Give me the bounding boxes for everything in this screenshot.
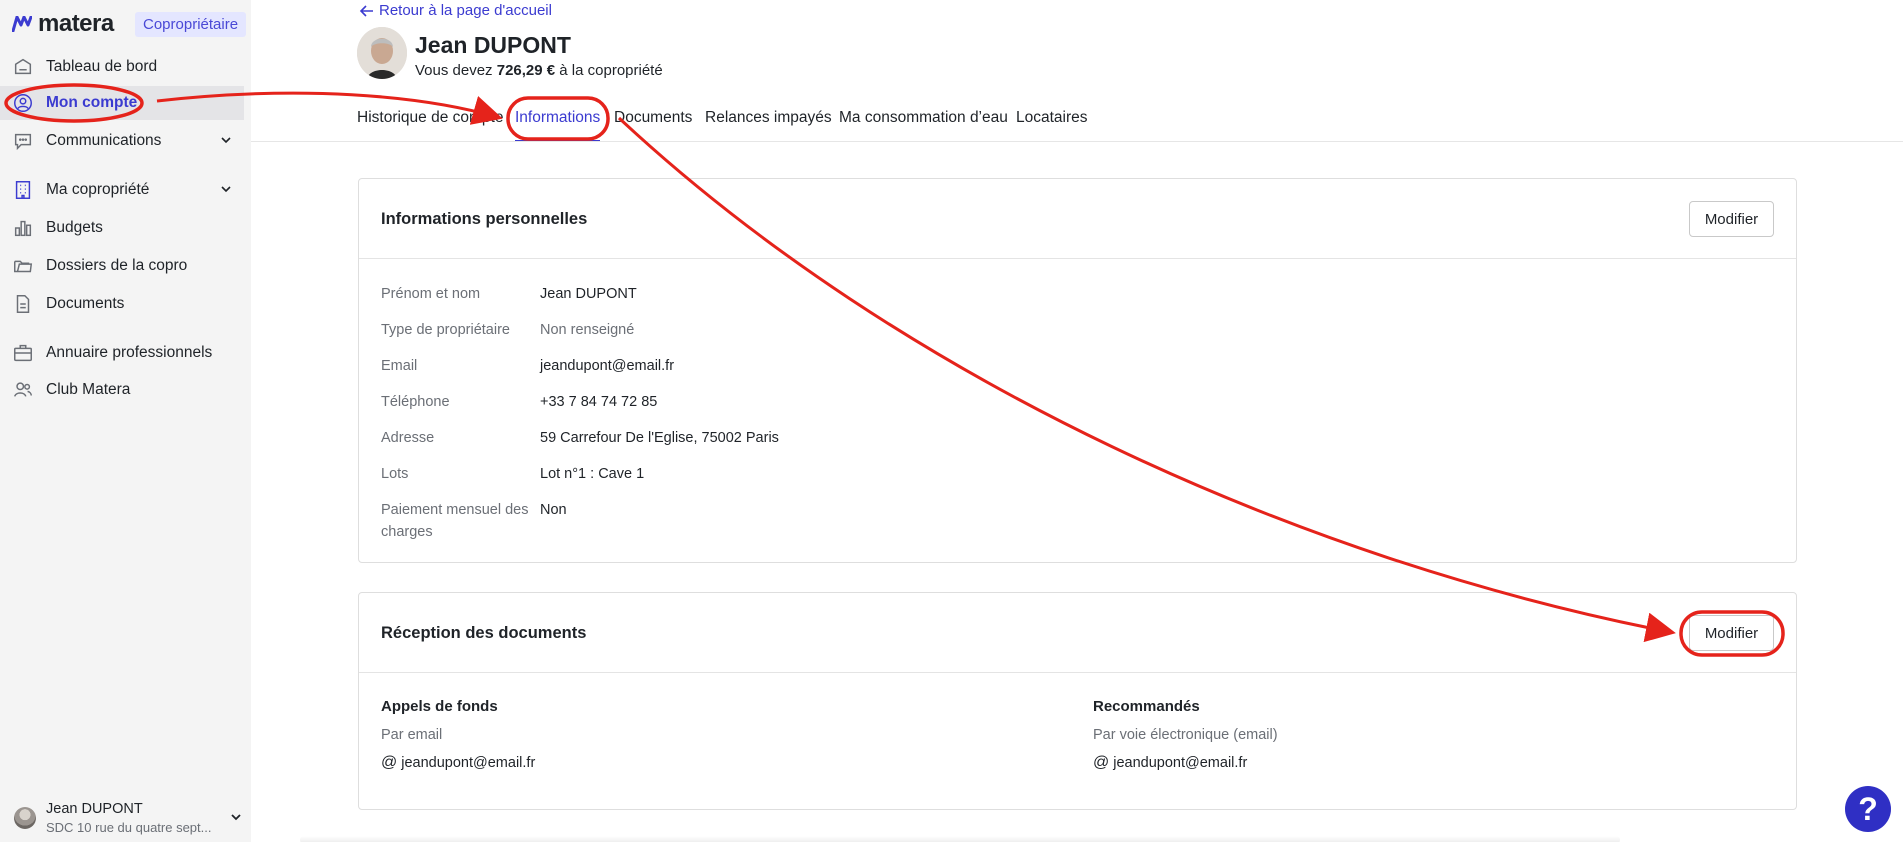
delivery-email: @ jeandupont@email.fr [1093,754,1247,772]
tab-consommation-eau[interactable]: Ma consommation d’eau [839,106,1008,142]
info-label: Email [381,358,418,374]
sidebar-item-label: Communications [46,132,162,149]
card-title: Réception des documents [381,624,587,642]
building-icon [15,181,31,199]
info-label: Paiement mensuel des charges [381,502,529,540]
sidebar-item-documents[interactable]: Documents [0,287,244,321]
documents-reception-card: Réception des documents Modifier Appels … [358,592,1797,810]
user-subtitle: SDC 10 rue du quatre sept... [46,820,212,835]
sidebar-item-club-matera[interactable]: Club Matera [0,373,244,407]
card-header: Informations personnelles Modifier [359,179,1796,259]
info-value: Non renseigné [540,322,635,338]
bottom-shadow [300,836,1620,842]
info-label: Prénom et nom [381,286,481,302]
role-badge: Copropriétaire [135,12,247,37]
info-value: Non [540,502,567,518]
user-menu[interactable]: Jean DUPONT SDC 10 rue du quatre sept... [12,797,244,837]
briefcase-icon [14,344,32,362]
sidebar-item-label: Mon compte [46,94,138,111]
brand-name: matera [38,10,114,37]
chevron-down-icon [221,137,231,144]
sidebar-item-label: Ma copropriété [46,181,150,198]
at-sign-icon: @ [1093,754,1110,771]
info-value: Lot n°1 : Cave 1 [540,466,645,482]
back-link[interactable]: Retour à la page d'accueil [359,2,552,19]
delivery-email: @ jeandupont@email.fr [381,754,535,772]
sidebar-item-dossiers[interactable]: Dossiers de la copro [0,249,244,283]
tab-relances[interactable]: Relances impayés [705,106,832,142]
info-label: Adresse [381,430,435,446]
tab-locataires[interactable]: Locataires [1016,106,1088,142]
debt-prefix: Vous devez [415,62,493,79]
sidebar-item-label: Documents [46,295,125,312]
email-value: jeandupont@email.fr [1113,755,1248,771]
home-icon [14,58,32,75]
user-name: Jean DUPONT [46,801,143,817]
sidebar-item-label: Tableau de bord [46,58,158,75]
user-circle-icon [14,94,32,112]
personal-info-card: Informations personnelles Modifier Préno… [358,178,1797,563]
avatar [14,807,36,829]
sidebar-item-mon-compte[interactable]: Mon compte [0,86,244,120]
delivery-mode: Par email [381,727,443,743]
owner-name: Jean DUPONT [415,32,571,58]
chevron-down-icon [221,186,231,193]
sidebar-item-label: Club Matera [46,381,131,398]
arrow-left-icon [359,4,373,17]
sidebar-item-ma-copropriete[interactable]: Ma copropriété [0,173,244,207]
info-value: jeandupont@email.fr [540,358,675,374]
tab-documents[interactable]: Documents [614,106,692,142]
info-label: Type de propriétaire [381,322,510,338]
column-title: Appels de fonds [381,698,498,715]
debt-summary: Vous devez 726,29 € à la copropriété [415,62,663,79]
back-link-label: Retour à la page d'accueil [379,2,552,19]
info-label: Téléphone [381,394,450,410]
document-icon [16,295,30,313]
matera-logo-icon [12,16,32,32]
sidebar-item-label: Dossiers de la copro [46,257,188,274]
debt-amount: 726,29 € [496,62,556,79]
bar-chart-icon [14,220,32,237]
owner-avatar [357,27,407,79]
users-icon [14,382,32,397]
card-header: Réception des documents Modifier [359,593,1796,673]
help-button[interactable]: ? [1845,786,1891,832]
card-title: Informations personnelles [381,210,588,228]
info-label: Lots [381,466,409,482]
sidebar-item-label: Budgets [46,219,103,236]
tabs-divider [251,141,1903,142]
folder-icon [14,260,33,273]
brand[interactable]: matera Copropriétaire [12,10,247,38]
edit-personal-info-button[interactable]: Modifier [1689,201,1774,237]
column-title: Recommandés [1093,698,1200,715]
delivery-mode: Par voie électronique (email) [1093,727,1278,743]
sidebar-item-label: Annuaire professionnels [46,344,213,361]
sidebar-item-communications[interactable]: Communications [0,124,244,158]
edit-documents-reception-button[interactable]: Modifier [1689,615,1774,651]
sidebar: matera Copropriétaire Tableau de bord Mo… [0,0,251,842]
email-value: jeandupont@email.fr [401,755,536,771]
sidebar-item-budgets[interactable]: Budgets [0,211,244,245]
info-value: 59 Carrefour De l'Eglise, 75002 Paris [540,430,779,446]
tab-historique[interactable]: Historique de compte [357,106,503,142]
chevron-down-icon [231,814,241,821]
at-sign-icon: @ [381,754,398,771]
debt-suffix: à la copropriété [559,62,663,79]
tab-informations[interactable]: Informations [515,106,601,142]
chat-bubble-icon [14,133,32,151]
sidebar-item-tableau-de-bord[interactable]: Tableau de bord [0,50,244,84]
info-value: +33 7 84 74 72 85 [540,394,658,410]
info-value: Jean DUPONT [540,286,637,302]
sidebar-item-annuaire[interactable]: Annuaire professionnels [0,336,244,370]
